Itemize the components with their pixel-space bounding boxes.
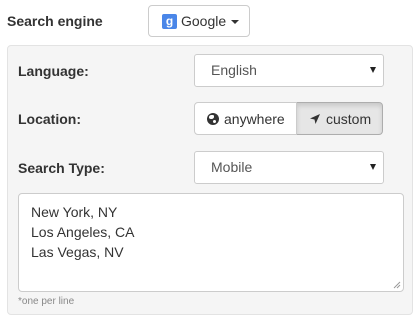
location-anywhere-label: anywhere (224, 110, 285, 127)
resize-grip-icon[interactable] (393, 281, 401, 289)
location-toggle-group: anywhere custom (194, 102, 383, 135)
search-settings-form: Search engine g Google Language: English… (0, 0, 420, 320)
search-type-select[interactable]: Mobile (194, 151, 384, 184)
location-anywhere-button[interactable]: anywhere (194, 102, 297, 135)
language-selected-value: English (211, 62, 257, 78)
search-engine-label: Search engine (7, 13, 103, 29)
location-line: Los Angeles, CA (31, 224, 135, 240)
dropdown-arrow-icon (370, 67, 376, 73)
location-arrow-icon (310, 113, 320, 124)
globe-icon (207, 112, 219, 125)
google-icon: g (162, 13, 177, 29)
location-label: Location: (18, 111, 81, 127)
location-line: Las Vegas, NV (31, 244, 124, 260)
dropdown-arrow-icon (370, 164, 376, 170)
language-label: Language: (18, 63, 89, 79)
search-type-selected-value: Mobile (211, 159, 253, 175)
location-line: New York, NY (31, 204, 118, 220)
location-custom-button[interactable]: custom (297, 102, 383, 135)
chevron-down-icon (231, 20, 240, 24)
language-select[interactable]: English (194, 54, 384, 87)
search-engine-dropdown-button[interactable]: g Google (148, 5, 250, 37)
locations-textarea[interactable]: New York, NY Los Angeles, CA Las Vegas, … (18, 193, 404, 292)
search-engine-selected: Google (181, 13, 227, 29)
one-per-line-hint: *one per line (18, 296, 75, 307)
location-custom-label: custom (326, 110, 372, 127)
settings-panel: Language: English Location: anywhere cus… (7, 45, 413, 315)
search-type-label: Search Type: (18, 160, 105, 176)
